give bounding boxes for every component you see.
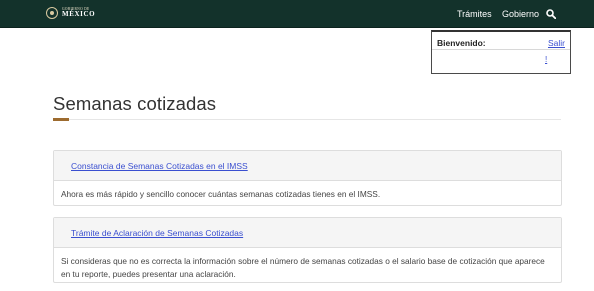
nav-link-tramites[interactable]: Trámites — [457, 9, 492, 19]
card-aclaracion: Trámite de Aclaración de Semanas Cotizad… — [53, 217, 562, 283]
top-navbar: GOBIERNO DE MÉXICO Trámites Gobierno — [0, 0, 594, 28]
logo-text: GOBIERNO DE MÉXICO — [62, 7, 96, 19]
logo-big-text: MÉXICO — [62, 10, 96, 19]
constancia-semanas-link[interactable]: Constancia de Semanas Cotizadas en el IM… — [71, 161, 248, 171]
welcome-user-link[interactable]: ! — [545, 55, 547, 64]
nav-link-gobierno[interactable]: Gobierno — [502, 9, 539, 19]
welcome-divider — [432, 49, 570, 50]
page-title: Semanas cotizadas — [53, 93, 217, 114]
logout-link[interactable]: Salir — [548, 38, 565, 48]
welcome-label: Bienvenido: — [437, 38, 486, 48]
welcome-dropdown: Bienvenido: Salir ! — [431, 30, 571, 74]
card-description: Si consideras que no es correcta la info… — [61, 256, 545, 279]
title-accent-bar — [53, 118, 69, 121]
aclaracion-semanas-link[interactable]: Trámite de Aclaración de Semanas Cotizad… — [71, 228, 243, 238]
title-divider — [53, 119, 561, 120]
card-header: Constancia de Semanas Cotizadas en el IM… — [54, 151, 561, 181]
card-header: Trámite de Aclaración de Semanas Cotizad… — [54, 218, 561, 248]
gobierno-mexico-logo[interactable]: GOBIERNO DE MÉXICO — [46, 7, 95, 19]
card-description: Ahora es más rápido y sencillo conocer c… — [61, 189, 381, 199]
seal-icon — [46, 7, 58, 19]
card-constancia: Constancia de Semanas Cotizadas en el IM… — [53, 150, 562, 206]
search-icon[interactable] — [546, 9, 556, 19]
